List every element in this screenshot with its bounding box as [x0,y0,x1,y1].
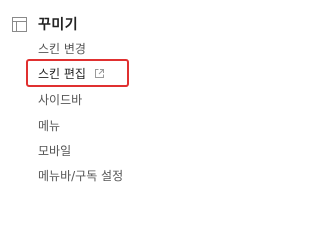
menu-item-menubar-subscribe[interactable]: 메뉴바/구독 설정 [38,168,123,184]
menu-item-sidebar[interactable]: 사이드바 [38,92,82,108]
section-title: 꾸미기 [38,17,79,33]
menu-item-label: 메뉴 [38,119,61,133]
menu-item-label: 모바일 [38,144,72,158]
layout-icon [12,16,27,32]
sidebar-menu: 꾸미기 스킨 변경 스킨 편집 사이드바 메뉴 모바일 메뉴바/구독 설정 [0,0,216,202]
section-header-customize[interactable]: 꾸미기 [12,14,78,34]
menu-item-label: 스킨 변경 [38,42,86,56]
menu-item-label: 사이드바 [38,93,83,107]
menu-item-menu[interactable]: 메뉴 [38,118,60,134]
highlight-box [26,59,129,87]
menu-item-label: 메뉴바/구독 설정 [38,169,124,183]
menu-item-skin-change[interactable]: 스킨 변경 [38,41,86,57]
menu-item-mobile[interactable]: 모바일 [38,143,71,159]
